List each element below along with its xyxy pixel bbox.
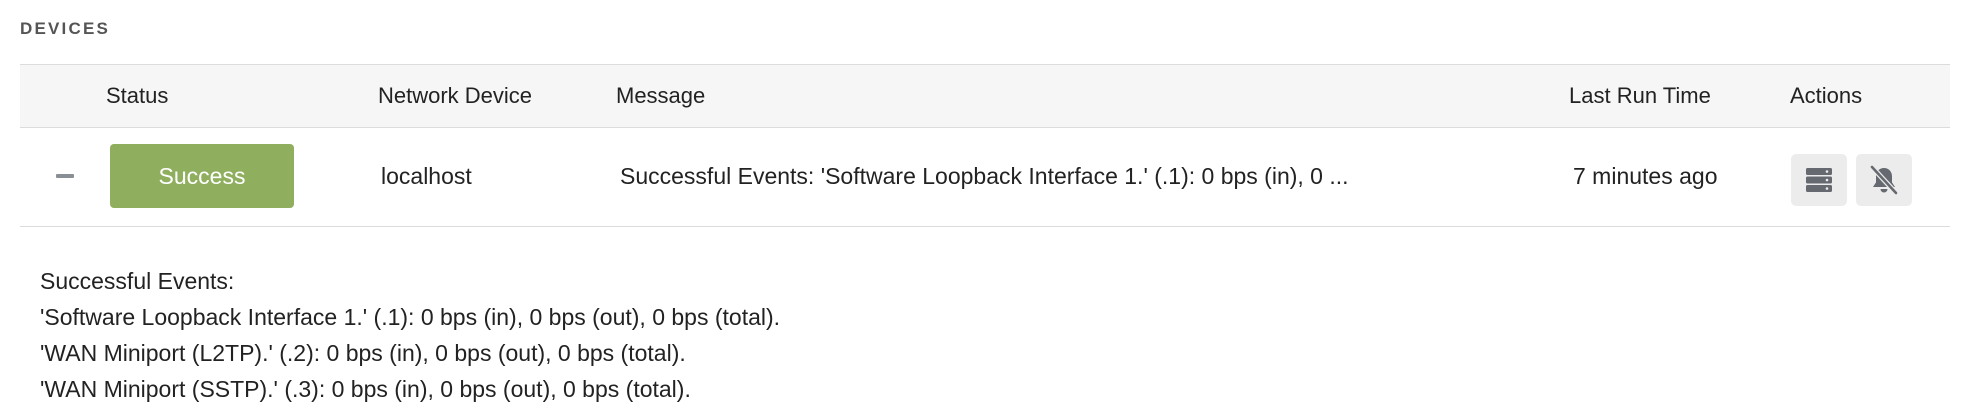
last-run-time-cell: 7 minutes ago: [1573, 163, 1718, 189]
message-cell: Successful Events: 'Software Loopback In…: [620, 163, 1349, 189]
section-title: DEVICES: [20, 19, 111, 38]
devices-table: Status Network Device Message Last Run T…: [20, 64, 1950, 227]
network-device-cell: localhost: [381, 163, 472, 189]
devices-page: DEVICES Status Network Device Message La…: [0, 0, 1964, 416]
header-status[interactable]: Status: [106, 65, 168, 127]
mute-alerts-button[interactable]: [1856, 154, 1912, 206]
server-action-button[interactable]: [1791, 154, 1847, 206]
status-badge: Success: [110, 144, 294, 208]
header-network-device[interactable]: Network Device: [378, 65, 532, 127]
bell-off-icon: [1869, 164, 1899, 196]
details-line: 'Software Loopback Interface 1.' (.1): 0…: [40, 304, 781, 330]
details-line: Successful Events:: [40, 268, 235, 294]
table-row: Success localhost Successful Events: 'So…: [20, 128, 1950, 227]
details-line: 'WAN Miniport (L2TP).' (.2): 0 bps (in),…: [40, 340, 686, 366]
table-header: Status Network Device Message Last Run T…: [20, 64, 1950, 128]
row-details: Successful Events: 'Software Loopback In…: [40, 263, 780, 407]
server-icon: [1806, 168, 1832, 192]
collapse-row-button[interactable]: [56, 169, 74, 183]
header-last-run-time[interactable]: Last Run Time: [1569, 65, 1711, 127]
header-actions: Actions: [1790, 83, 1863, 108]
header-message[interactable]: Message: [616, 65, 705, 127]
details-line: 'WAN Miniport (SSTP).' (.3): 0 bps (in),…: [40, 376, 691, 402]
